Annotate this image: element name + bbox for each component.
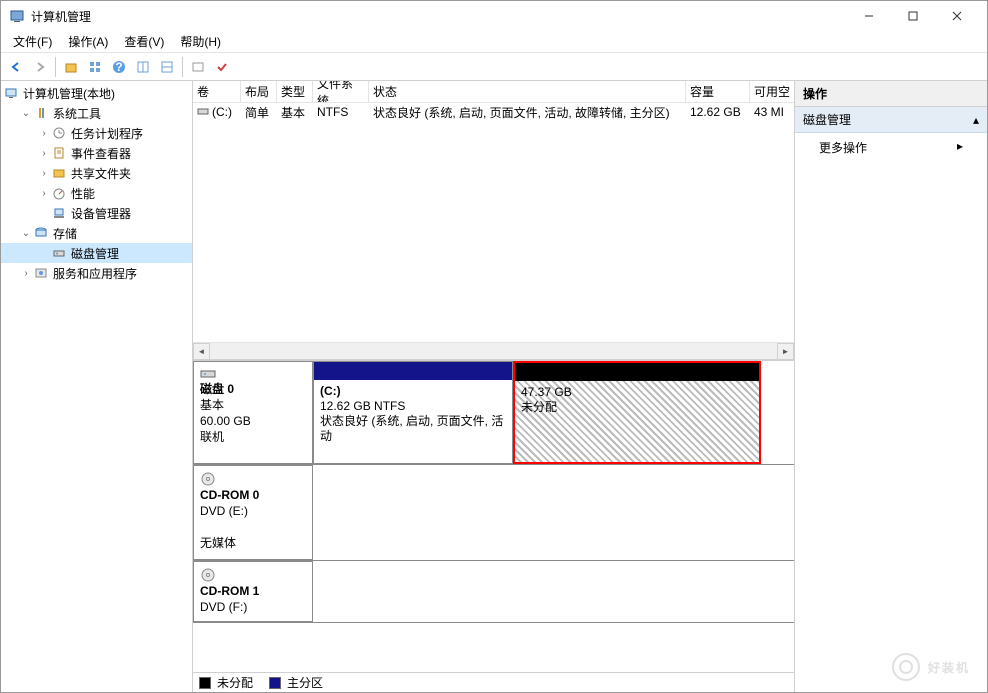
menu-help[interactable]: 帮助(H) [172, 31, 229, 52]
menu-action[interactable]: 操作(A) [60, 31, 116, 52]
app-icon [9, 8, 25, 24]
disk-graphical-view: 磁盘 0 基本 60.00 GB 联机 (C:) 12.62 GB NTFS 状… [193, 361, 794, 672]
disk-icon [200, 368, 306, 380]
legend: 未分配 主分区 [193, 672, 794, 692]
volume-list: 卷 布局 类型 文件系统 状态 容量 可用空 (C:) 简单 基本 NTFS 状… [193, 81, 794, 361]
caret-down-icon[interactable]: ⌄ [19, 228, 33, 239]
col-capacity[interactable]: 容量 [686, 81, 750, 102]
tb-icon-1[interactable] [60, 56, 82, 78]
maximize-button[interactable] [891, 2, 935, 30]
legend-swatch-unalloc [199, 677, 211, 689]
clock-icon [51, 125, 67, 141]
tree-device-manager[interactable]: 设备管理器 [1, 203, 192, 223]
actions-panel: 操作 磁盘管理 ▴ 更多操作 ▸ [795, 81, 987, 692]
tb-icon-7[interactable] [211, 56, 233, 78]
tree-disk-management[interactable]: 磁盘管理 [1, 243, 192, 263]
menu-view[interactable]: 查看(V) [116, 31, 172, 52]
volume-header-row: 卷 布局 类型 文件系统 状态 容量 可用空 [193, 81, 794, 103]
caret-right-icon[interactable]: › [37, 128, 51, 139]
actions-header: 操作 [795, 81, 987, 107]
tools-icon [33, 105, 49, 121]
event-icon [51, 145, 67, 161]
disk-row-cdrom0[interactable]: CD-ROM 0 DVD (E:) 无媒体 [193, 465, 794, 561]
col-free[interactable]: 可用空 [750, 81, 794, 102]
window-title: 计算机管理 [31, 8, 847, 25]
minimize-button[interactable] [847, 2, 891, 30]
forward-button[interactable] [29, 56, 51, 78]
col-status[interactable]: 状态 [369, 81, 686, 102]
partition-unallocated[interactable]: 47.37 GB 未分配 [513, 361, 761, 464]
disk-info-0[interactable]: 磁盘 0 基本 60.00 GB 联机 [193, 361, 313, 464]
caret-right-icon[interactable]: › [19, 268, 33, 279]
col-type[interactable]: 类型 [277, 81, 313, 102]
tb-icon-4[interactable] [132, 56, 154, 78]
horizontal-scrollbar[interactable]: ◄ ► [193, 342, 794, 359]
legend-swatch-primary [269, 677, 281, 689]
caret-down-icon[interactable]: ⌄ [19, 108, 33, 119]
svg-text:?: ? [115, 60, 122, 74]
tree-storage[interactable]: ⌄ 存储 [1, 223, 192, 243]
menubar: 文件(F) 操作(A) 查看(V) 帮助(H) [1, 31, 987, 53]
disk-row-cdrom1[interactable]: CD-ROM 1 DVD (F:) [193, 561, 794, 623]
caret-right-icon[interactable]: › [37, 188, 51, 199]
close-button[interactable] [935, 2, 979, 30]
tree-task-scheduler[interactable]: › 任务计划程序 [1, 123, 192, 143]
collapse-icon: ▴ [973, 113, 979, 127]
col-layout[interactable]: 布局 [241, 81, 277, 102]
tree-system-tools[interactable]: ⌄ 系统工具 [1, 103, 192, 123]
chevron-right-icon: ▸ [957, 139, 963, 156]
folder-icon [51, 165, 67, 181]
cdrom-icon [200, 472, 306, 486]
device-icon [51, 205, 67, 221]
titlebar: 计算机管理 [1, 1, 987, 31]
partition-c[interactable]: (C:) 12.62 GB NTFS 状态良好 (系统, 启动, 页面文件, 活… [313, 361, 513, 464]
tree-performance[interactable]: › 性能 [1, 183, 192, 203]
tb-icon-6[interactable] [187, 56, 209, 78]
scroll-right-button[interactable]: ► [777, 343, 794, 360]
tb-icon-2[interactable] [84, 56, 106, 78]
tb-help-icon[interactable]: ? [108, 56, 130, 78]
nav-tree[interactable]: 计算机管理(本地) ⌄ 系统工具 › 任务计划程序 › 事件查看器 › 共享文件… [1, 81, 193, 692]
disk-info-cdrom1[interactable]: CD-ROM 1 DVD (F:) [193, 561, 313, 622]
storage-icon [33, 225, 49, 241]
partition-header [515, 363, 759, 381]
performance-icon [51, 185, 67, 201]
col-fs[interactable]: 文件系统 [313, 81, 369, 102]
tree-event-viewer[interactable]: › 事件查看器 [1, 143, 192, 163]
toolbar: ? [1, 53, 987, 81]
disk-row-0[interactable]: 磁盘 0 基本 60.00 GB 联机 (C:) 12.62 GB NTFS 状… [193, 361, 794, 465]
tree-root[interactable]: 计算机管理(本地) [1, 83, 192, 103]
menu-file[interactable]: 文件(F) [5, 31, 60, 52]
back-button[interactable] [5, 56, 27, 78]
computer-icon [3, 85, 19, 101]
disk-icon [51, 245, 67, 261]
scroll-left-button[interactable]: ◄ [193, 343, 210, 360]
col-volume[interactable]: 卷 [193, 81, 241, 102]
tb-icon-5[interactable] [156, 56, 178, 78]
actions-section-disk[interactable]: 磁盘管理 ▴ [795, 107, 987, 133]
services-icon [33, 265, 49, 281]
tree-shared-folders[interactable]: › 共享文件夹 [1, 163, 192, 183]
drive-icon [197, 107, 209, 117]
caret-right-icon[interactable]: › [37, 168, 51, 179]
disk-info-cdrom0[interactable]: CD-ROM 0 DVD (E:) 无媒体 [193, 465, 313, 560]
partition-header [314, 362, 512, 380]
volume-row[interactable]: (C:) 简单 基本 NTFS 状态良好 (系统, 启动, 页面文件, 活动, … [193, 103, 794, 121]
legend-label-unalloc: 未分配 [217, 674, 253, 691]
legend-label-primary: 主分区 [287, 674, 323, 691]
actions-more[interactable]: 更多操作 ▸ [795, 133, 987, 162]
cdrom-icon [200, 568, 306, 582]
watermark: 好装机 [890, 651, 970, 683]
caret-right-icon[interactable]: › [37, 148, 51, 159]
tree-services[interactable]: › 服务和应用程序 [1, 263, 192, 283]
